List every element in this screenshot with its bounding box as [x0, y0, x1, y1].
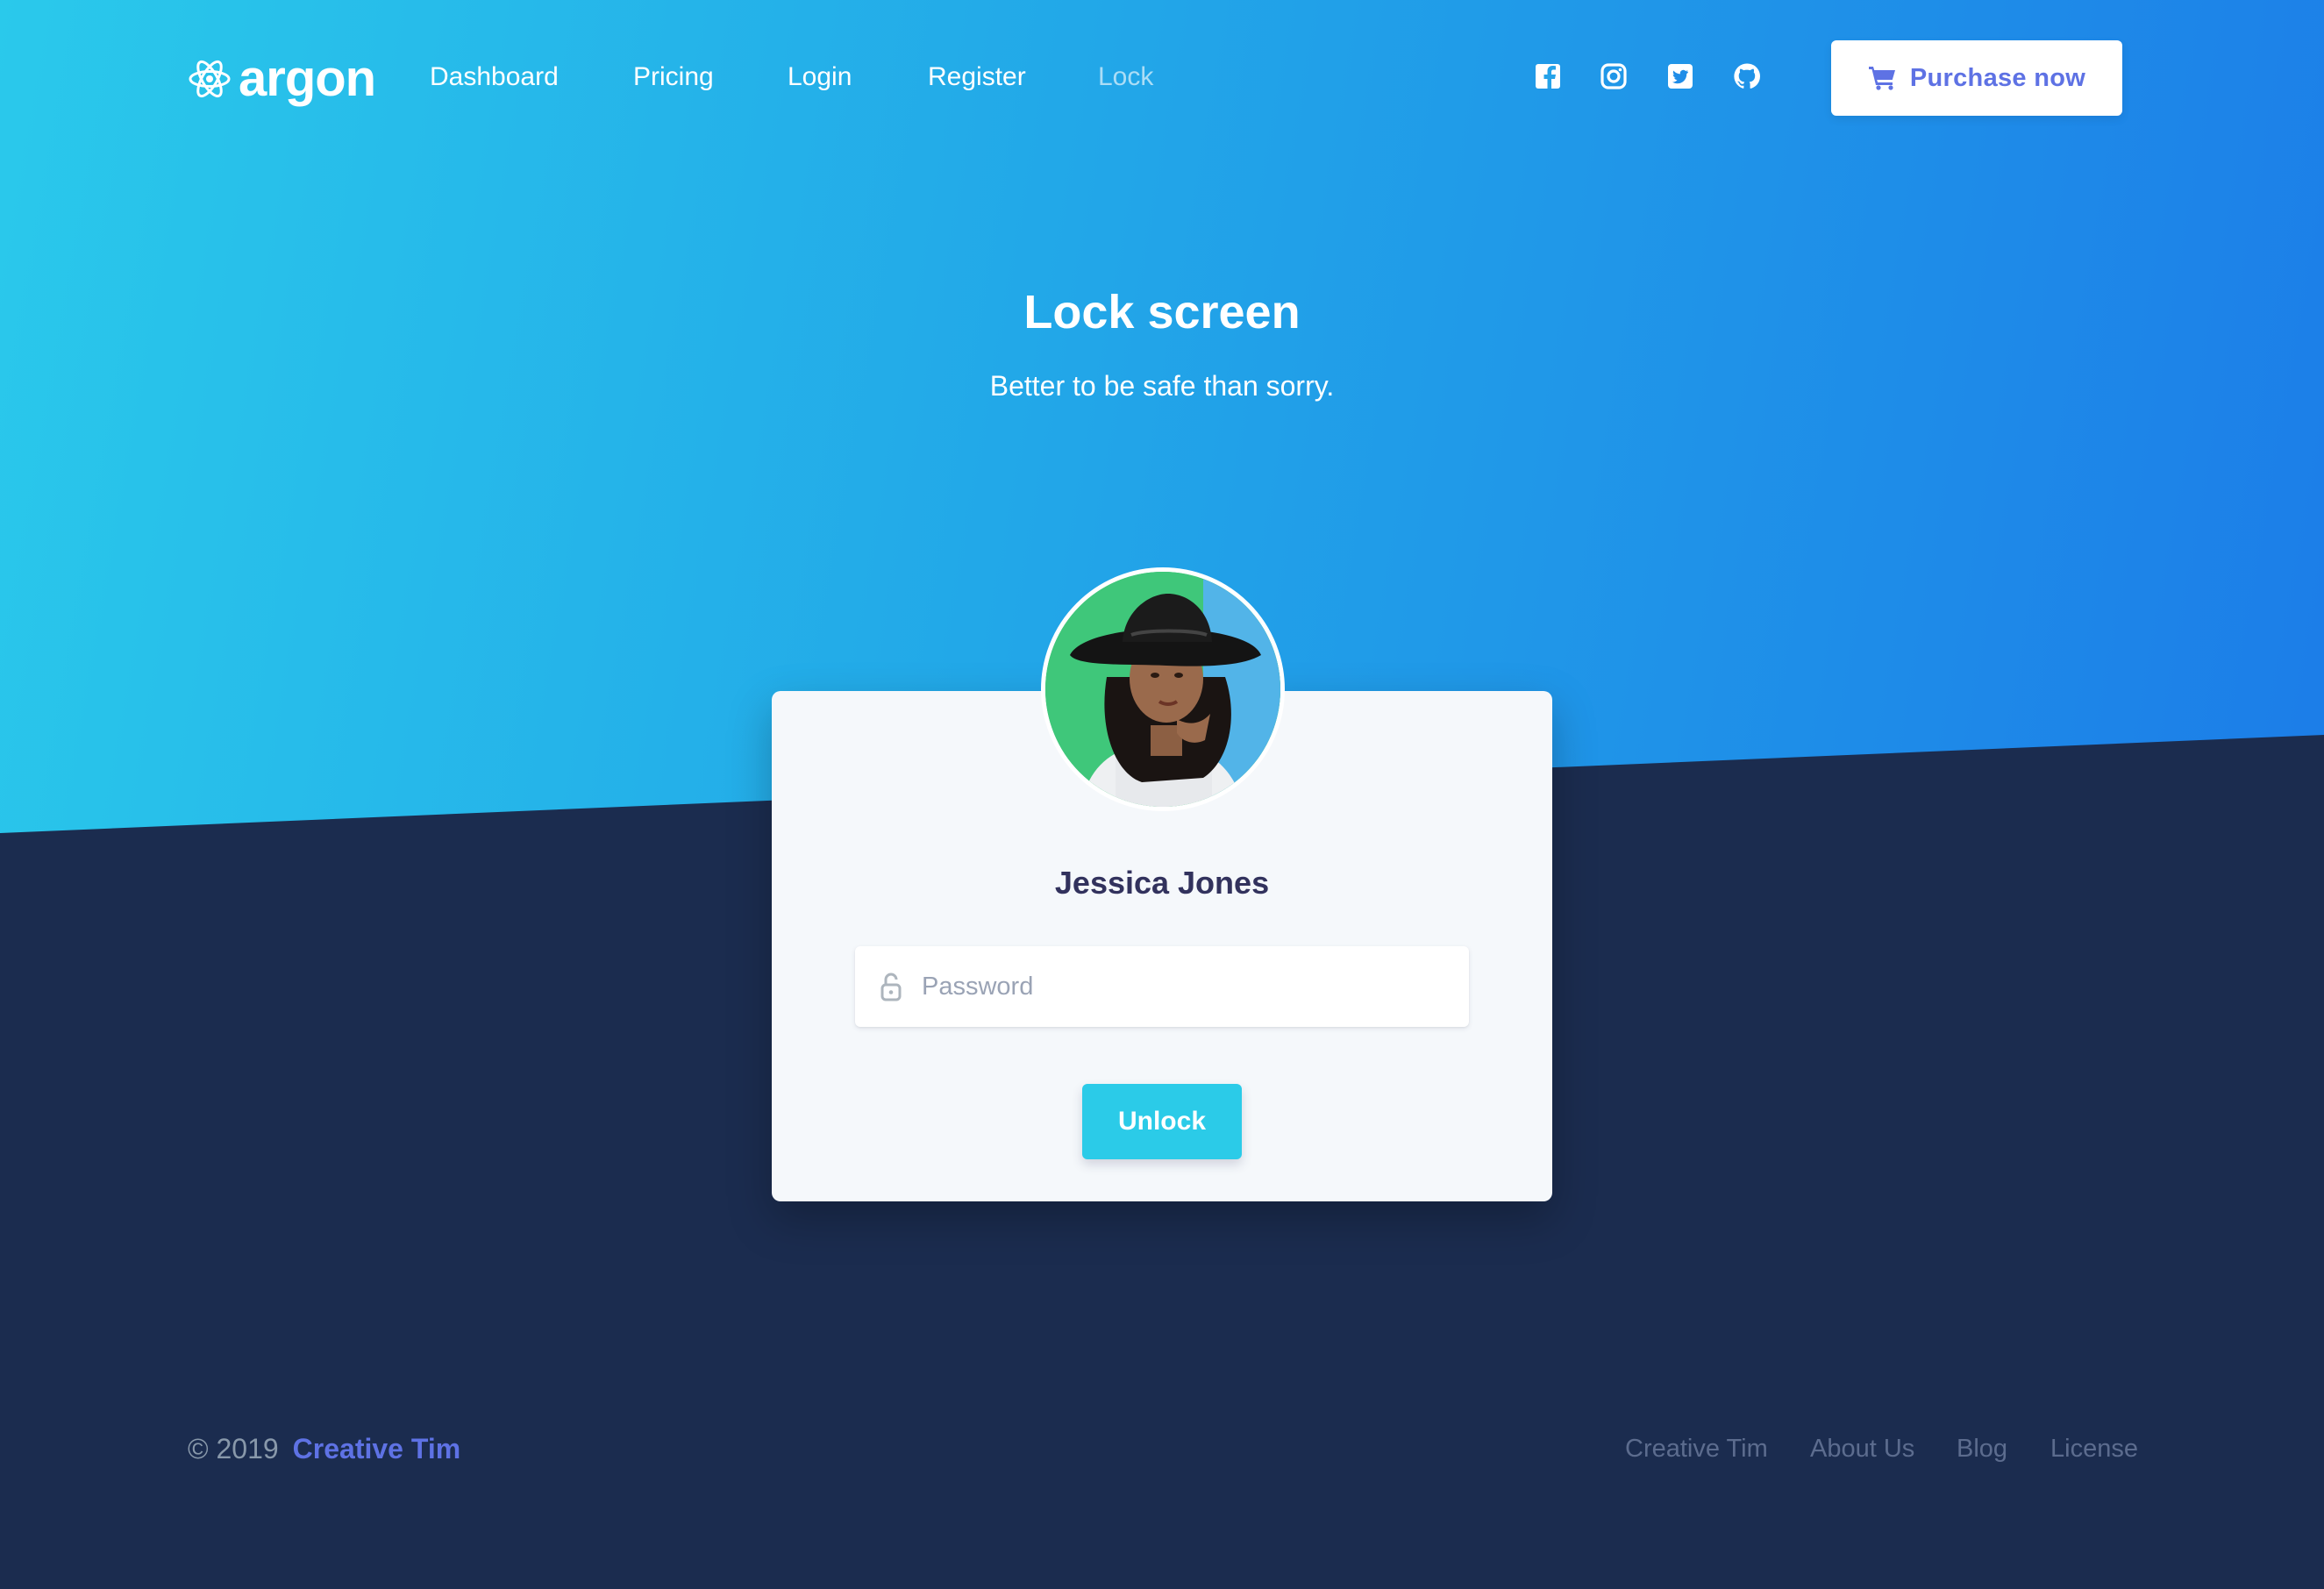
instagram-icon[interactable]	[1599, 61, 1629, 91]
copyright: © 2019 Creative Tim	[188, 1429, 460, 1468]
purchase-now-button[interactable]: Purchase now	[1831, 40, 2122, 116]
page-subtitle: Better to be safe than sorry.	[989, 370, 1335, 402]
twitter-icon[interactable]	[1665, 61, 1695, 91]
copyright-text: © 2019	[188, 1433, 279, 1464]
page-title: Lock screen	[1023, 286, 1301, 338]
avatar-photo	[1045, 572, 1280, 807]
brand-name: argon	[239, 50, 376, 107]
brand-logo[interactable]: argon	[188, 50, 376, 107]
github-icon[interactable]	[1732, 61, 1762, 91]
user-name: Jessica Jones	[1054, 865, 1270, 901]
nav-link-pricing[interactable]: Pricing	[633, 60, 714, 95]
footer-link-creative-tim[interactable]: Creative Tim	[1625, 1431, 1768, 1466]
unlock-button[interactable]: Unlock	[1082, 1084, 1242, 1159]
nav-link-login[interactable]: Login	[788, 60, 852, 95]
top-navbar: argon Dashboard Pricing Login Register L…	[0, 0, 2324, 158]
atom-icon	[189, 60, 231, 98]
footer-link-blog[interactable]: Blog	[1957, 1431, 2007, 1466]
password-input[interactable]	[922, 960, 1448, 1013]
nav-link-lock[interactable]: Lock	[1098, 60, 1153, 95]
lock-open-icon	[880, 972, 902, 1001]
purchase-now-label: Purchase now	[1909, 63, 2086, 92]
nav-link-register[interactable]: Register	[928, 60, 1026, 95]
nav-link-dashboard[interactable]: Dashboard	[430, 60, 559, 95]
footer-link-about-us[interactable]: About Us	[1810, 1431, 1914, 1466]
user-avatar	[1041, 567, 1285, 811]
footer-link-license[interactable]: License	[2050, 1431, 2138, 1466]
shopping-cart-icon	[1868, 67, 1895, 90]
facebook-icon[interactable]	[1533, 61, 1563, 91]
password-field[interactable]	[855, 946, 1469, 1027]
copyright-link-creative-tim[interactable]: Creative Tim	[293, 1429, 461, 1468]
